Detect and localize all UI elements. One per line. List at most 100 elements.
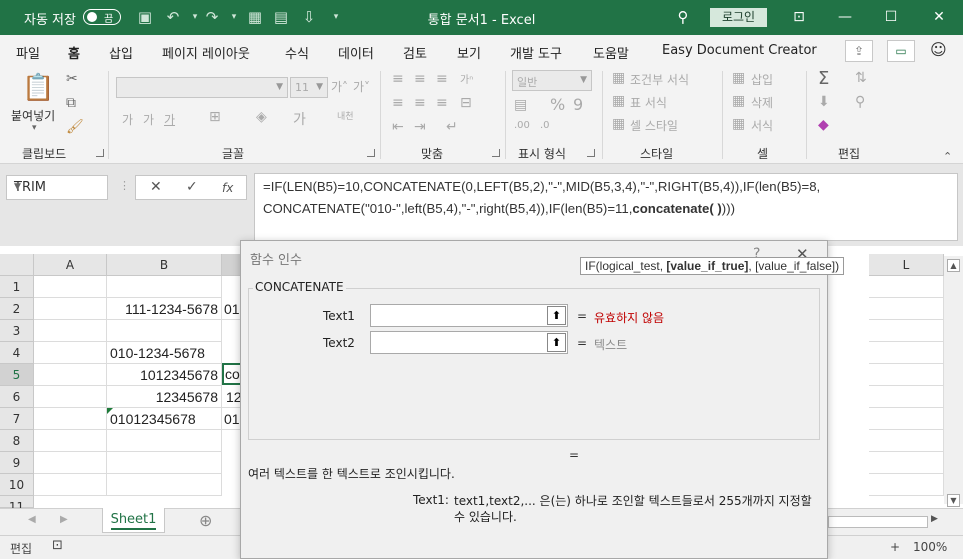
tab-page-layout[interactable]: 페이지 레이아웃 <box>162 43 250 62</box>
feedback-smiley-icon[interactable]: ☺ <box>930 40 947 59</box>
tab-formulas[interactable]: 수식 <box>285 43 309 62</box>
scroll-down-icon[interactable]: ▼ <box>947 494 960 507</box>
collapse-dialog-icon[interactable]: ⬆ <box>547 306 566 325</box>
cell-style-button[interactable]: 셀 스타일 <box>630 117 678 134</box>
vertical-scrollbar[interactable]: ▲ ▼ <box>944 256 963 507</box>
conditional-format-icon[interactable]: ▦ <box>612 70 625 86</box>
font-name-combo[interactable]: ▼ <box>116 77 288 98</box>
cell-b6[interactable]: 12345678 <box>107 386 222 408</box>
cell-b7[interactable]: 01012345678 <box>107 408 222 430</box>
cell[interactable] <box>34 474 107 496</box>
tab-home[interactable]: 홈 <box>68 43 80 68</box>
horizontal-scrollbar[interactable] <box>828 516 928 528</box>
cell[interactable] <box>107 474 222 496</box>
decrease-decimal-icon[interactable]: .0 <box>540 120 550 131</box>
delete-cells-button[interactable]: 삭제 <box>751 94 773 111</box>
row-header[interactable]: 1 <box>0 276 34 298</box>
find-select-icon[interactable]: ⚲ <box>855 94 865 110</box>
sheet-tab-sheet1[interactable]: Sheet1 <box>102 508 165 533</box>
name-box-dropdown-icon[interactable]: ▼ <box>14 182 101 192</box>
col-header-a[interactable]: A <box>34 254 107 276</box>
sort-filter-icon[interactable]: ⇅ <box>855 70 867 86</box>
row-header[interactable]: 2 <box>0 298 34 320</box>
close-icon[interactable]: ✕ <box>928 6 950 28</box>
percent-icon[interactable]: % <box>550 95 565 114</box>
cell[interactable] <box>869 474 944 496</box>
increase-indent-icon[interactable]: ⇥ <box>414 119 426 135</box>
row-header[interactable]: 11 <box>0 496 34 514</box>
wrap-text-icon[interactable]: ↵ <box>446 119 458 135</box>
insert-cells-button[interactable]: 삽입 <box>751 71 773 88</box>
maximize-icon[interactable]: ☐ <box>880 6 902 28</box>
cell-style-icon[interactable]: ▦ <box>612 116 625 132</box>
number-format-combo[interactable]: 일반 ▼ <box>512 70 592 91</box>
phonetic-icon[interactable]: 내천 <box>337 109 354 122</box>
clear-icon[interactable]: ◆ <box>818 117 829 133</box>
cancel-icon[interactable]: ✕ <box>150 179 162 195</box>
cell[interactable] <box>34 320 107 342</box>
paste-label[interactable]: 붙여넣기 <box>11 107 55 124</box>
collapse-dialog-icon[interactable]: ⬆ <box>547 333 566 352</box>
enter-icon[interactable]: ✓ <box>186 179 198 195</box>
cell[interactable] <box>869 386 944 408</box>
macro-record-icon[interactable]: ⊡ <box>52 538 63 553</box>
tab-developer[interactable]: 개발 도구 <box>510 43 562 62</box>
tab-help[interactable]: 도움말 <box>593 43 629 62</box>
col-header-l[interactable]: L <box>869 254 944 276</box>
next-sheet-icon[interactable]: ▶ <box>60 514 68 525</box>
cell-b2[interactable]: 111-1234-5678 <box>107 298 222 320</box>
format-cells-icon[interactable]: ▦ <box>732 116 745 132</box>
cell-b5[interactable]: 1012345678 <box>107 364 222 386</box>
cell-c2[interactable]: 010 <box>222 298 242 320</box>
copy-icon[interactable]: ⧉ <box>66 95 76 111</box>
shrink-font-icon[interactable]: 가˅ <box>353 78 370 95</box>
cell[interactable] <box>107 430 222 452</box>
cell[interactable] <box>34 408 107 430</box>
align-middle-icon[interactable]: ≡ <box>414 71 426 87</box>
font-launcher-icon[interactable] <box>367 149 375 157</box>
grow-font-icon[interactable]: 가˄ <box>331 78 348 95</box>
cut-icon[interactable]: ✂ <box>66 71 78 87</box>
autosum-icon[interactable]: Σ <box>818 68 829 89</box>
cell[interactable] <box>869 276 944 298</box>
cell[interactable] <box>869 320 944 342</box>
cell[interactable] <box>34 298 107 320</box>
splitter-icon[interactable]: ⋮ <box>119 179 130 192</box>
cell-c6[interactable]: 12 <box>222 386 242 408</box>
cell[interactable] <box>869 430 944 452</box>
tab-data[interactable]: 데이터 <box>338 43 374 62</box>
scroll-up-icon[interactable]: ▲ <box>947 259 960 272</box>
cell[interactable] <box>107 320 222 342</box>
comma-icon[interactable]: 9 <box>573 95 583 114</box>
italic-icon[interactable]: 가 <box>143 111 154 128</box>
cell[interactable] <box>34 430 107 452</box>
align-bottom-icon[interactable]: ≡ <box>436 71 448 87</box>
align-top-icon[interactable]: ≡ <box>392 71 404 87</box>
tab-insert[interactable]: 삽입 <box>109 43 133 62</box>
borders-icon[interactable]: ⊞ <box>209 109 221 125</box>
row-header[interactable]: 3 <box>0 320 34 342</box>
collapse-ribbon-icon[interactable]: ⌃ <box>943 150 952 163</box>
text2-input[interactable]: ⬆ <box>370 331 568 354</box>
orientation-icon[interactable]: 가ⁿ <box>460 71 473 86</box>
insert-cells-icon[interactable]: ▦ <box>732 70 745 86</box>
cell[interactable] <box>869 408 944 430</box>
row-header[interactable]: 5 <box>0 364 34 386</box>
cell[interactable] <box>869 298 944 320</box>
fill-color-icon[interactable]: ◈ <box>256 109 267 125</box>
text1-input[interactable]: ⬆ <box>370 304 568 327</box>
ribbon-display-icon[interactable]: ⊡ <box>788 6 810 28</box>
font-color-icon[interactable]: 가 <box>293 109 306 129</box>
table-format-button[interactable]: 표 서식 <box>630 94 667 111</box>
delete-cells-icon[interactable]: ▦ <box>732 93 745 109</box>
alignment-launcher-icon[interactable] <box>492 149 500 157</box>
tab-view[interactable]: 보기 <box>457 43 481 62</box>
name-box[interactable]: TRIM ▼ <box>6 175 108 200</box>
clipboard-launcher-icon[interactable] <box>96 149 104 157</box>
scroll-right-icon[interactable]: ▶ <box>931 514 938 524</box>
cell[interactable] <box>869 342 944 364</box>
conditional-format-button[interactable]: 조건부 서식 <box>630 71 689 88</box>
formula-input[interactable]: =IF(LEN(B5)=10,CONCATENATE(0,LEFT(B5,2),… <box>254 173 958 241</box>
format-cells-button[interactable]: 서식 <box>751 117 773 134</box>
cell-b4[interactable]: 010-1234-5678 <box>107 342 222 364</box>
